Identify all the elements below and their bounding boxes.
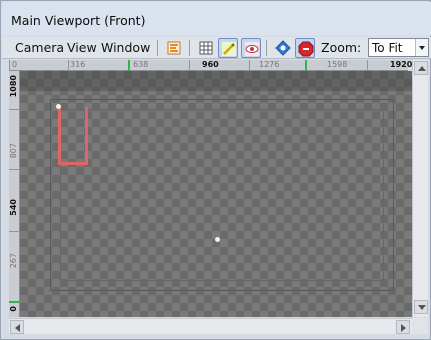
ruler-marker [128,60,130,71]
ruler-tick [367,60,368,71]
ruler-label: 807 [9,143,18,159]
ruler-label: 1080 [9,75,18,98]
ruler-label: 0 [9,306,18,312]
chevron-down-icon[interactable] [415,39,428,56]
timeline-icon [167,41,181,55]
toolbar-separator [266,40,267,56]
ruler-tick [249,60,250,71]
ruler-label: 1920 [390,60,413,69]
ruler-label: 316 [70,60,86,69]
ruler-label: 1598 [327,60,348,69]
ruler-tick [9,169,20,170]
brush-button[interactable] [218,38,238,58]
zoom-select[interactable]: To Fit [368,38,429,57]
scroll-left-button[interactable] [10,320,24,334]
menu-window[interactable]: Window [101,40,150,55]
vertical-scrollbar[interactable] [412,60,428,317]
ruler-tick [9,109,20,110]
timeline-button[interactable] [164,38,184,58]
zoom-label: Zoom: [321,40,362,55]
ruler-marker [305,60,307,71]
stop-icon [298,41,314,57]
canvas-viewport[interactable] [20,71,412,317]
title-bar: Main Viewport (Front) [2,2,431,36]
target-button[interactable] [273,38,293,58]
canvas-shade [20,71,412,91]
ruler-label: 960 [202,60,219,69]
scroll-right-button[interactable] [396,320,410,334]
target-icon [275,40,291,56]
scroll-down-button[interactable] [414,300,428,314]
safe-area-frame [60,109,384,281]
toolbar-separator [157,40,158,56]
horizontal-ruler[interactable]: 0 316 638 960 1276 1598 1920 [9,60,412,71]
ruler-label: 0 [12,60,18,69]
grid-button[interactable] [196,38,216,58]
ruler-label: 267 [9,253,18,269]
selected-layer-outline[interactable] [58,107,88,165]
anchor-point[interactable] [56,104,61,109]
ruler-tick [9,60,10,71]
brush-icon [222,42,236,56]
ruler-tick [9,231,20,232]
toolbar-separator [189,40,190,56]
stop-button[interactable] [295,38,315,58]
center-point[interactable] [215,237,220,242]
menu-bar: Camera View Window Zoom: To Fit [2,37,431,59]
eye-button[interactable] [241,38,261,58]
scrollbar-corner [412,318,428,334]
ruler-label: 540 [9,199,18,216]
ruler-tick [68,60,69,71]
ruler-label: 1276 [259,60,280,69]
vertical-ruler[interactable]: 1080 807 540 267 0 [9,71,20,317]
window-title: Main Viewport (Front) [11,13,146,28]
ruler-marker [9,301,20,303]
zoom-value: To Fit [372,41,403,55]
ruler-label: 638 [133,60,149,69]
menu-view[interactable]: View [67,40,97,55]
horizontal-scrollbar[interactable] [9,318,412,334]
scroll-up-button[interactable] [414,61,428,75]
eye-icon [245,42,259,56]
menu-camera[interactable]: Camera [15,40,64,55]
ruler-tick [189,60,190,71]
grid-icon [199,41,213,55]
selection-corner [85,107,88,110]
viewport-window: Main Viewport (Front) Camera View Window [0,0,431,340]
